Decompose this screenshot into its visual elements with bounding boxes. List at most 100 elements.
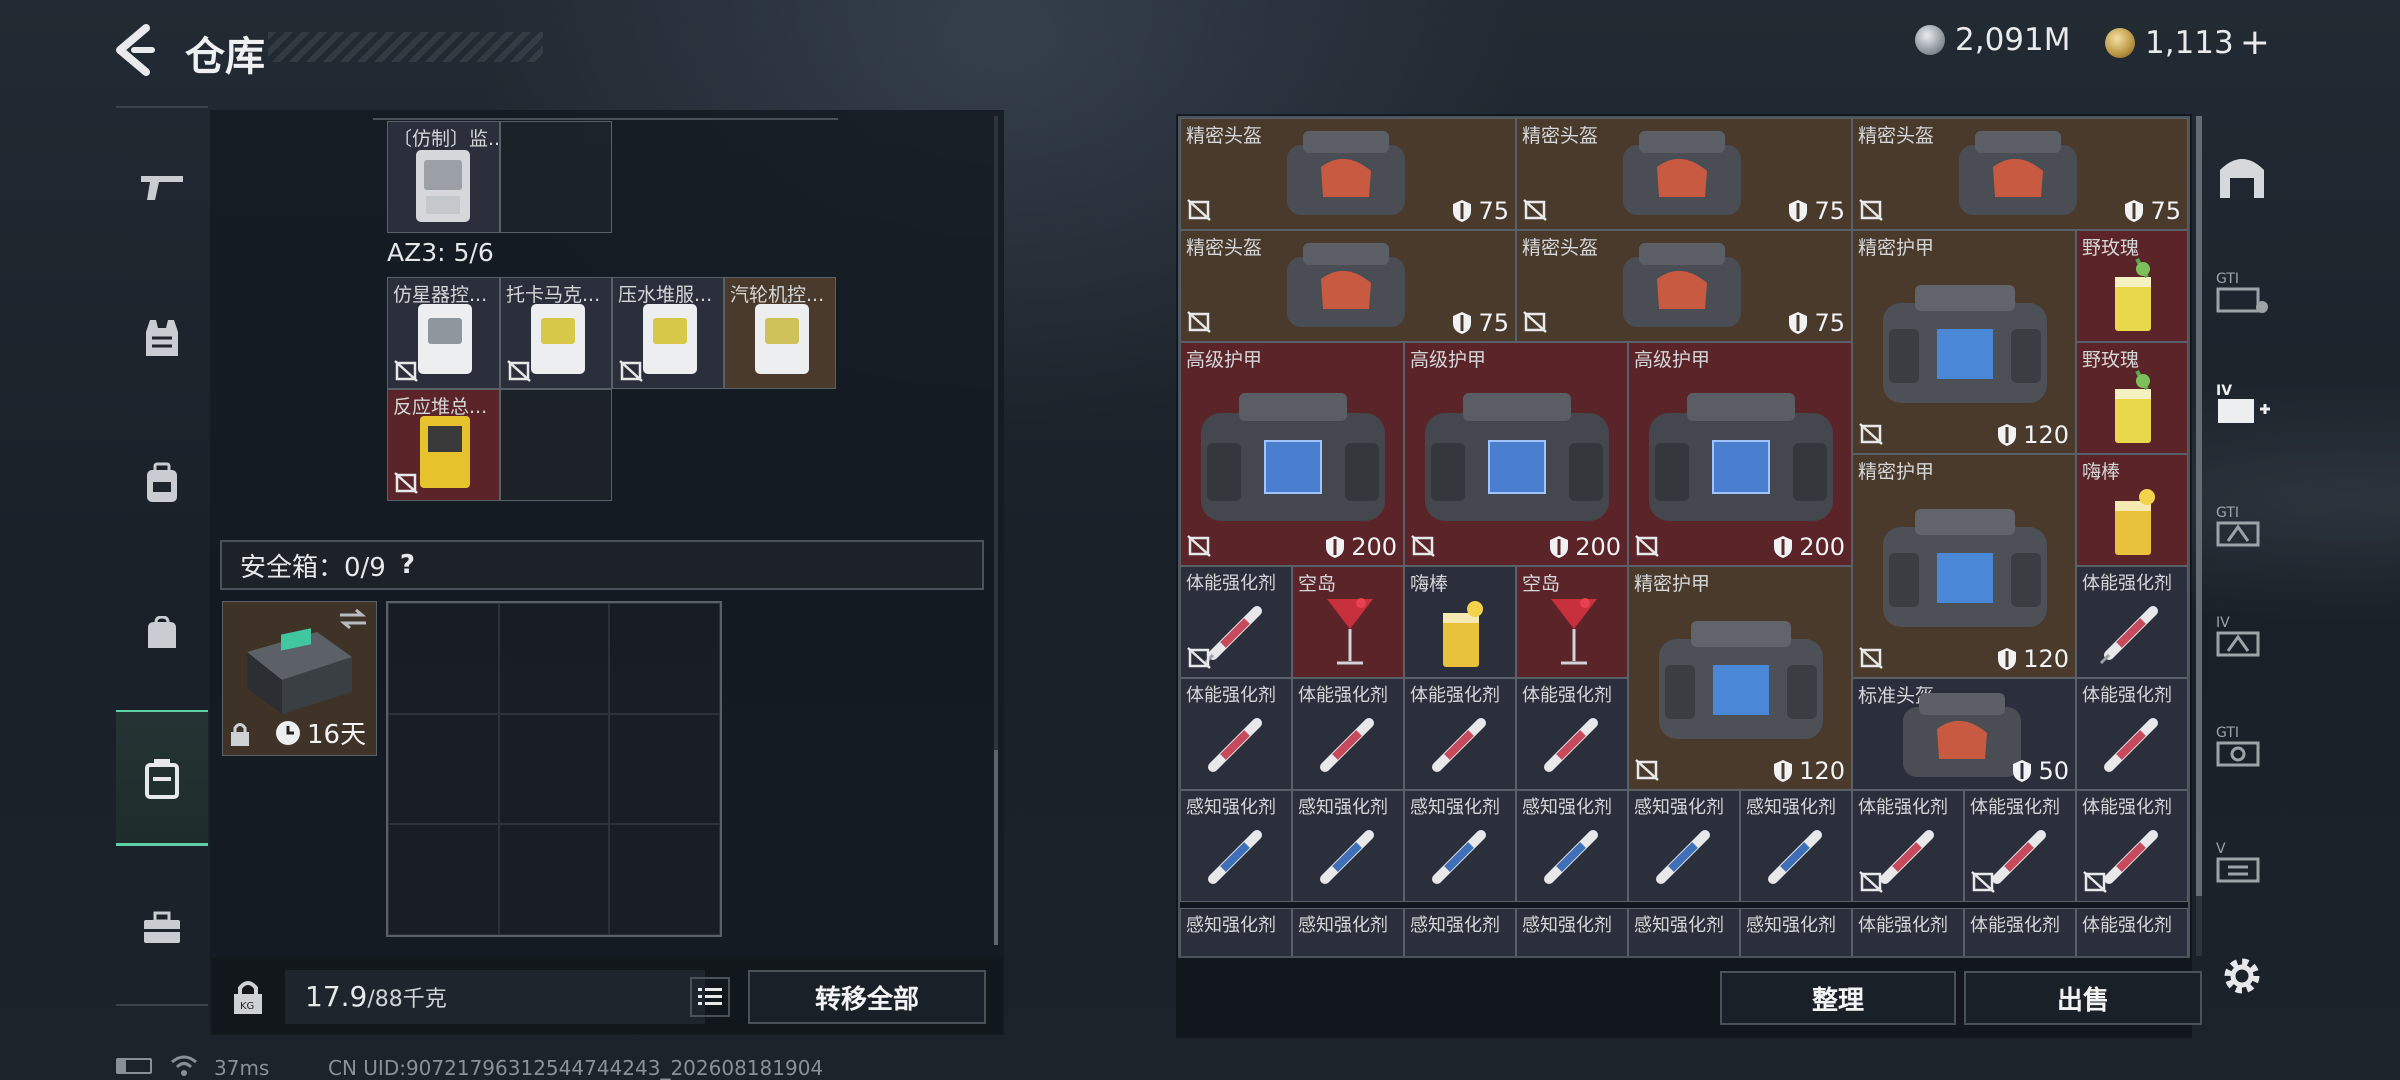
item-perception-enhancer[interactable]: 感知强化剂 [1292, 790, 1404, 902]
item-physical-enhancer[interactable]: 体能强化剂 [1852, 908, 1964, 956]
help-icon[interactable]: ? [400, 550, 415, 580]
back-icon[interactable] [112, 22, 162, 78]
item-precision-armor[interactable]: 精密护甲 120 [1628, 566, 1852, 790]
item-perception-enhancer[interactable]: 感知强化剂 [1180, 790, 1292, 902]
item-turbine-control[interactable]: 汽轮机控... [724, 277, 836, 389]
item-physical-enhancer[interactable]: 体能强化剂 [2076, 908, 2188, 956]
item-pwr-server[interactable]: 压水堆服... [612, 277, 724, 389]
tab-iv-2[interactable]: IV [2210, 604, 2274, 668]
sidebar-item-vest[interactable] [116, 288, 208, 388]
item-standard-helmet[interactable]: 标准头盔 50 [1852, 678, 2076, 790]
item-tokamak[interactable]: 托卡马克... [500, 277, 612, 389]
item-physical-enhancer[interactable]: 体能强化剂 [1964, 790, 2076, 902]
empty-slot[interactable] [500, 121, 612, 233]
empty-slot[interactable] [498, 824, 610, 935]
empty-slot[interactable] [498, 603, 610, 714]
item-precision-helmet[interactable]: 精密头盔 75 [1180, 118, 1516, 230]
sidebar-item-weapon[interactable] [116, 136, 208, 236]
empty-slot[interactable] [388, 603, 499, 714]
item-physical-enhancer[interactable]: 体能强化剂 [1180, 678, 1292, 790]
item-perception-enhancer[interactable]: 感知强化剂 [1628, 790, 1740, 902]
sidebar-item-backpack[interactable] [116, 433, 208, 533]
cocktail-glass-icon [2115, 258, 2151, 331]
no-insurance-icon [394, 472, 418, 494]
empty-slot[interactable] [609, 713, 720, 825]
list-view-button[interactable] [690, 977, 730, 1017]
item-perception-enhancer[interactable]: 感知强化剂 [1740, 908, 1852, 956]
item-physical-enhancer[interactable]: 体能强化剂 [1180, 566, 1292, 678]
no-insurance-icon [1523, 199, 1547, 221]
item-perception-enhancer[interactable]: 感知强化剂 [1740, 790, 1852, 902]
empty-slot[interactable] [388, 824, 499, 935]
armor-bag-icon [1201, 393, 1385, 521]
durability: 200 [1325, 533, 1397, 561]
sidebar-item-pouch[interactable] [116, 583, 208, 683]
silver-coin-icon [1915, 25, 1945, 55]
item-physical-enhancer[interactable]: 体能强化剂 [1852, 790, 1964, 902]
tab-iv-add[interactable]: IV [2210, 372, 2274, 436]
item-precision-helmet[interactable]: 精密头盔 75 [1516, 230, 1852, 342]
tab-warehouse-home[interactable] [2210, 144, 2274, 208]
item-precision-helmet[interactable]: 精密头盔 75 [1180, 230, 1516, 342]
empty-slot[interactable] [498, 713, 610, 825]
left-scrollbar-thumb[interactable] [994, 750, 998, 945]
sidebar-item-toolbox[interactable] [116, 878, 208, 978]
tab-gti-3[interactable]: GTI [2210, 714, 2274, 778]
item-perception-enhancer[interactable]: 感知强化剂 [1292, 908, 1404, 956]
empty-slot[interactable] [388, 713, 499, 825]
transfer-all-button[interactable]: 转移全部 [748, 970, 986, 1024]
empty-slot[interactable] [609, 603, 720, 714]
item-sky-island[interactable]: 空岛 [1516, 566, 1628, 678]
item-precision-armor[interactable]: 精密护甲 120 [1852, 454, 2076, 678]
item-advanced-armor[interactable]: 高级护甲 200 [1628, 342, 1852, 566]
item-wild-rose[interactable]: 野玫瑰 [2076, 342, 2188, 454]
tab-gti-2[interactable]: GTI [2210, 494, 2274, 558]
shield-icon [1789, 312, 1808, 334]
tab-v[interactable]: V [2210, 830, 2274, 894]
empty-slot[interactable] [500, 389, 612, 501]
item-advanced-armor[interactable]: 高级护甲 200 [1404, 342, 1628, 566]
item-reactor-master[interactable]: 反应堆总... [387, 389, 500, 501]
durability: 120 [1997, 645, 2069, 673]
item-precision-helmet[interactable]: 精密头盔 75 [1516, 118, 1852, 230]
helmet-bag-icon [1903, 693, 2021, 777]
item-precision-helmet[interactable]: 精密头盔 75 [1852, 118, 2188, 230]
item-hi-stick[interactable]: 嗨棒 [1404, 566, 1516, 678]
tab-gti-1[interactable]: GTI [2210, 260, 2274, 324]
no-insurance-icon [1859, 423, 1883, 445]
settings-button[interactable] [2210, 944, 2274, 1008]
item-perception-enhancer[interactable]: 感知强化剂 [1180, 908, 1292, 956]
item-advanced-armor[interactable]: 高级护甲 200 [1180, 342, 1404, 566]
item-physical-enhancer[interactable]: 体能强化剂 [2076, 566, 2188, 678]
item-physical-enhancer[interactable]: 体能强化剂 [2076, 678, 2188, 790]
item-perception-enhancer[interactable]: 感知强化剂 [1404, 908, 1516, 956]
cocktail-glass-icon [1443, 601, 1483, 667]
item-perception-enhancer[interactable]: 感知强化剂 [1516, 908, 1628, 956]
item-precision-armor[interactable]: 精密护甲 120 [1852, 230, 2076, 454]
item-physical-enhancer[interactable]: 体能强化剂 [1292, 678, 1404, 790]
sell-button[interactable]: 出售 [1964, 971, 2202, 1025]
empty-slot[interactable] [609, 824, 720, 935]
item-physical-enhancer[interactable]: 体能强化剂 [1404, 678, 1516, 790]
add-gold-button[interactable]: + [2240, 22, 2270, 63]
item-monitor-copy[interactable]: 〔仿制〕监... [387, 121, 500, 233]
item-stellarator[interactable]: 仿星器控... [387, 277, 500, 389]
item-sky-island[interactable]: 空岛 [1292, 566, 1404, 678]
item-physical-enhancer[interactable]: 体能强化剂 [1516, 678, 1628, 790]
item-perception-enhancer[interactable]: 感知强化剂 [1516, 790, 1628, 902]
warehouse-icon [2220, 159, 2264, 198]
sidebar-item-safebox[interactable] [116, 710, 208, 846]
item-perception-enhancer[interactable]: 感知强化剂 [1628, 908, 1740, 956]
item-hi-stick[interactable]: 嗨棒 [2076, 454, 2188, 566]
gold-currency[interactable]: 1,113 + [2105, 22, 2270, 63]
item-physical-enhancer[interactable]: 体能强化剂 [2076, 790, 2188, 902]
svg-text:KG: KG [240, 1001, 254, 1012]
sort-button[interactable]: 整理 [1720, 971, 1956, 1025]
weight-lock-icon: KG [234, 981, 262, 1014]
safebox-item[interactable]: 16天 [222, 601, 377, 756]
no-insurance-icon [394, 360, 418, 382]
gti-box-icon: GTI [2216, 725, 2260, 767]
item-perception-enhancer[interactable]: 感知强化剂 [1404, 790, 1516, 902]
item-wild-rose[interactable]: 野玫瑰 [2076, 230, 2188, 342]
item-physical-enhancer[interactable]: 体能强化剂 [1964, 908, 2076, 956]
